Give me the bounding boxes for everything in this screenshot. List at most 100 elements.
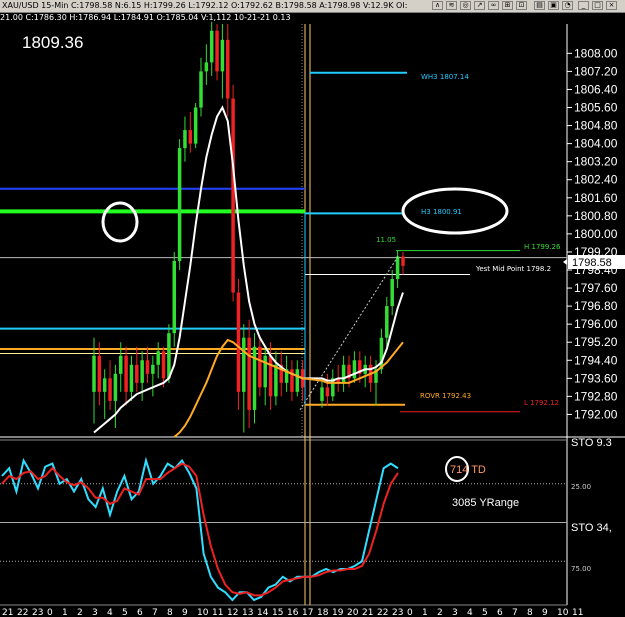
candle-body — [193, 107, 198, 144]
time-tick-label: 0 — [47, 608, 53, 617]
level-label-low: L 1792.12 — [524, 399, 559, 407]
level-label-rovr: ROVR 1792.43 — [420, 392, 471, 400]
candle-body — [97, 355, 102, 392]
candle-body — [258, 346, 262, 388]
time-tick-label: 10 — [197, 608, 209, 617]
stoch-line-fast — [1, 456, 399, 602]
range-label: 11.05 — [376, 236, 396, 244]
price-pointer-icon — [563, 259, 567, 265]
price-tick-label: 1804.80 — [574, 119, 618, 133]
candle-body — [140, 360, 144, 383]
candle-body — [161, 351, 166, 379]
time-tick-label: 22 — [377, 608, 388, 617]
candle-body — [395, 256, 400, 280]
time-tick-label: 1 — [422, 608, 428, 617]
time-tick-label: 18 — [317, 608, 329, 617]
chart-title: 1809.36 — [22, 33, 83, 52]
time-tick-label: 19 — [332, 608, 344, 617]
time-tick-label: 4 — [467, 608, 473, 617]
time-tick-label: 8 — [167, 608, 173, 617]
candle-body — [401, 256, 405, 266]
candle-body — [231, 98, 235, 293]
candle-body — [135, 364, 139, 383]
annotation-circle-left — [101, 201, 139, 243]
candle-body — [188, 130, 193, 144]
yrange-label: 3085 YRange — [452, 497, 519, 509]
candle-body — [156, 351, 160, 365]
price-tick-label: 1807.20 — [574, 64, 618, 78]
sto-tick-25: 25.00 — [571, 483, 591, 491]
time-tick-label: 8 — [527, 608, 533, 617]
sto-tick-75: 75.00 — [571, 565, 591, 573]
last-price-label: 1798.58 — [572, 257, 612, 269]
candle-body — [113, 373, 118, 401]
time-tick-label: 12 — [227, 608, 238, 617]
candle-body — [242, 337, 246, 392]
sto-label-top: STO 9.3 — [571, 437, 612, 449]
time-tick-label: 3 — [92, 608, 98, 617]
time-tick-label: 21 — [2, 608, 13, 617]
price-tick-label: 1793.60 — [574, 371, 618, 385]
candle-body — [145, 360, 150, 374]
candle-body — [209, 30, 214, 63]
time-tick-label: 13 — [242, 608, 253, 617]
time-tick-label: 3 — [452, 608, 458, 617]
price-tick-label: 1796.80 — [574, 299, 618, 313]
price-tick-label: 1796.00 — [574, 317, 618, 331]
candle-body — [220, 39, 225, 72]
level-label-wh3: WH3 1807.14 — [421, 73, 469, 81]
price-tick-label: 1795.20 — [574, 335, 618, 349]
time-tick-label: 5 — [122, 608, 128, 617]
time-tick-label: 20 — [347, 608, 359, 617]
candle-body — [124, 355, 128, 392]
price-tick-label: 1801.60 — [574, 191, 618, 205]
level-label-h3: H3 1800.91 — [421, 208, 462, 216]
candle-body — [247, 337, 251, 410]
price-tick-label: 1792.80 — [574, 389, 618, 403]
level-label-yest-mid: Yest Mid Point 1798.2 — [475, 265, 551, 273]
candle-body — [295, 369, 300, 392]
candle-body — [119, 355, 123, 374]
td-label: 714 TD — [450, 464, 486, 476]
candle-body — [252, 346, 257, 410]
candle-body — [102, 378, 107, 392]
time-tick-label: 4 — [107, 608, 113, 617]
time-tick-label: 23 — [392, 608, 403, 617]
candle-body — [352, 360, 357, 379]
price-tick-label: 1808.00 — [574, 46, 618, 60]
candle-body — [385, 306, 389, 338]
time-tick-label: 2 — [437, 608, 443, 617]
time-tick-label: 23 — [32, 608, 43, 617]
candle-body — [263, 355, 267, 388]
candle-body — [177, 148, 182, 261]
price-tick-label: 1792.00 — [574, 407, 618, 421]
time-tick-label: 11 — [212, 608, 223, 617]
price-tick-label: 1797.60 — [574, 281, 618, 295]
price-tick-label: 1803.20 — [574, 155, 618, 169]
price-tick-label: 1804.00 — [574, 137, 618, 151]
time-tick-label: 7 — [512, 608, 518, 617]
candle-body — [172, 260, 176, 334]
price-tick-label: 1800.00 — [574, 227, 618, 241]
chart-canvas[interactable]: 1808.00 1807.20 1806.40 1805.60 1804.80 1804.… — [0, 0, 625, 617]
candle-body — [320, 387, 324, 401]
candle-body — [236, 292, 241, 392]
time-tick-label: 1 — [62, 608, 68, 617]
candle-body — [108, 378, 112, 401]
candle-body — [226, 39, 230, 99]
time-tick-label: 7 — [152, 608, 158, 617]
time-tick-label: 11 — [572, 608, 583, 617]
time-tick-label: 22 — [17, 608, 28, 617]
candle-body — [151, 364, 155, 374]
level-label-high: H 1799.26 — [524, 243, 561, 251]
time-tick-label: 17 — [302, 608, 313, 617]
moving-average-orange — [173, 338, 404, 438]
price-tick-label: 1794.40 — [574, 353, 618, 367]
candle-body — [129, 364, 134, 392]
time-tick-label: 10 — [557, 608, 569, 617]
time-tick-label: 6 — [137, 608, 143, 617]
price-tick-label: 1802.40 — [574, 173, 618, 187]
candle-body — [390, 279, 394, 307]
time-tick-label: 14 — [257, 608, 269, 617]
price-tick-label: 1800.80 — [574, 209, 618, 223]
